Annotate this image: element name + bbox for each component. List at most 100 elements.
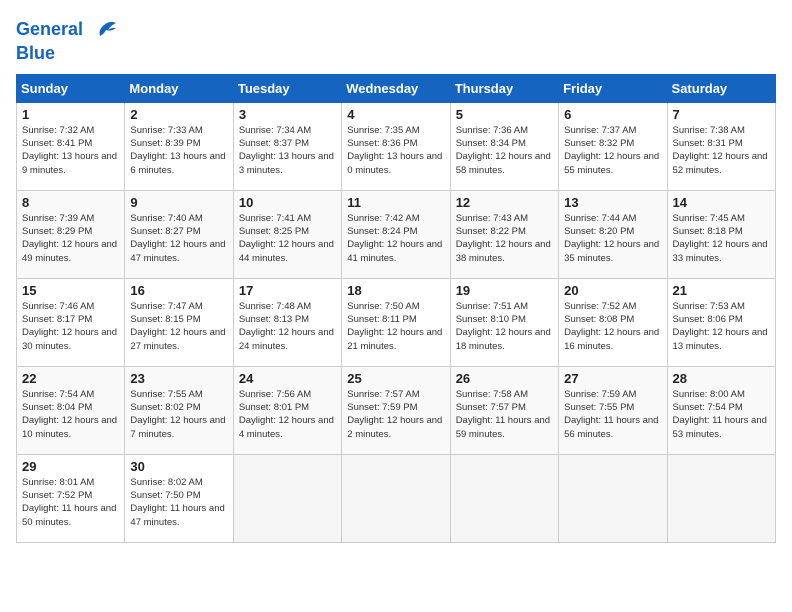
calendar-cell: 23 Sunrise: 7:55 AM Sunset: 8:02 PM Dayl… <box>125 366 233 454</box>
weekday-sunday: Sunday <box>17 74 125 102</box>
day-number: 25 <box>347 371 444 386</box>
calendar-cell <box>559 454 667 542</box>
calendar-cell: 25 Sunrise: 7:57 AM Sunset: 7:59 PM Dayl… <box>342 366 450 454</box>
day-number: 29 <box>22 459 119 474</box>
day-detail: Sunrise: 7:48 AM Sunset: 8:13 PM Dayligh… <box>239 300 336 353</box>
day-detail: Sunrise: 7:33 AM Sunset: 8:39 PM Dayligh… <box>130 124 227 177</box>
day-number: 17 <box>239 283 336 298</box>
day-number: 8 <box>22 195 119 210</box>
calendar-week-5: 29 Sunrise: 8:01 AM Sunset: 7:52 PM Dayl… <box>17 454 776 542</box>
calendar-cell: 19 Sunrise: 7:51 AM Sunset: 8:10 PM Dayl… <box>450 278 558 366</box>
calendar-cell: 21 Sunrise: 7:53 AM Sunset: 8:06 PM Dayl… <box>667 278 775 366</box>
day-number: 22 <box>22 371 119 386</box>
calendar-cell: 9 Sunrise: 7:40 AM Sunset: 8:27 PM Dayli… <box>125 190 233 278</box>
day-detail: Sunrise: 7:34 AM Sunset: 8:37 PM Dayligh… <box>239 124 336 177</box>
day-number: 1 <box>22 107 119 122</box>
calendar-cell: 4 Sunrise: 7:35 AM Sunset: 8:36 PM Dayli… <box>342 102 450 190</box>
calendar-cell: 24 Sunrise: 7:56 AM Sunset: 8:01 PM Dayl… <box>233 366 341 454</box>
calendar-cell: 15 Sunrise: 7:46 AM Sunset: 8:17 PM Dayl… <box>17 278 125 366</box>
day-detail: Sunrise: 7:37 AM Sunset: 8:32 PM Dayligh… <box>564 124 661 177</box>
day-detail: Sunrise: 7:41 AM Sunset: 8:25 PM Dayligh… <box>239 212 336 265</box>
day-number: 18 <box>347 283 444 298</box>
day-number: 14 <box>673 195 770 210</box>
weekday-friday: Friday <box>559 74 667 102</box>
day-number: 24 <box>239 371 336 386</box>
day-detail: Sunrise: 7:54 AM Sunset: 8:04 PM Dayligh… <box>22 388 119 441</box>
day-detail: Sunrise: 7:39 AM Sunset: 8:29 PM Dayligh… <box>22 212 119 265</box>
day-number: 5 <box>456 107 553 122</box>
calendar-cell: 28 Sunrise: 8:00 AM Sunset: 7:54 PM Dayl… <box>667 366 775 454</box>
calendar-cell: 8 Sunrise: 7:39 AM Sunset: 8:29 PM Dayli… <box>17 190 125 278</box>
day-number: 27 <box>564 371 661 386</box>
day-detail: Sunrise: 7:50 AM Sunset: 8:11 PM Dayligh… <box>347 300 444 353</box>
calendar-cell: 1 Sunrise: 7:32 AM Sunset: 8:41 PM Dayli… <box>17 102 125 190</box>
logo-bird-icon <box>90 16 118 44</box>
calendar-cell: 13 Sunrise: 7:44 AM Sunset: 8:20 PM Dayl… <box>559 190 667 278</box>
day-detail: Sunrise: 7:55 AM Sunset: 8:02 PM Dayligh… <box>130 388 227 441</box>
day-detail: Sunrise: 7:35 AM Sunset: 8:36 PM Dayligh… <box>347 124 444 177</box>
calendar-cell <box>667 454 775 542</box>
calendar-cell: 10 Sunrise: 7:41 AM Sunset: 8:25 PM Dayl… <box>233 190 341 278</box>
weekday-monday: Monday <box>125 74 233 102</box>
calendar-cell: 5 Sunrise: 7:36 AM Sunset: 8:34 PM Dayli… <box>450 102 558 190</box>
calendar-cell: 30 Sunrise: 8:02 AM Sunset: 7:50 PM Dayl… <box>125 454 233 542</box>
day-number: 6 <box>564 107 661 122</box>
day-detail: Sunrise: 8:01 AM Sunset: 7:52 PM Dayligh… <box>22 476 119 529</box>
day-detail: Sunrise: 7:52 AM Sunset: 8:08 PM Dayligh… <box>564 300 661 353</box>
calendar-week-2: 8 Sunrise: 7:39 AM Sunset: 8:29 PM Dayli… <box>17 190 776 278</box>
day-number: 2 <box>130 107 227 122</box>
day-detail: Sunrise: 7:32 AM Sunset: 8:41 PM Dayligh… <box>22 124 119 177</box>
calendar-cell: 16 Sunrise: 7:47 AM Sunset: 8:15 PM Dayl… <box>125 278 233 366</box>
weekday-header-row: SundayMondayTuesdayWednesdayThursdayFrid… <box>17 74 776 102</box>
day-detail: Sunrise: 8:00 AM Sunset: 7:54 PM Dayligh… <box>673 388 770 441</box>
calendar-week-3: 15 Sunrise: 7:46 AM Sunset: 8:17 PM Dayl… <box>17 278 776 366</box>
page-header: General Blue <box>16 16 776 64</box>
day-detail: Sunrise: 7:38 AM Sunset: 8:31 PM Dayligh… <box>673 124 770 177</box>
calendar-cell: 14 Sunrise: 7:45 AM Sunset: 8:18 PM Dayl… <box>667 190 775 278</box>
calendar-cell: 20 Sunrise: 7:52 AM Sunset: 8:08 PM Dayl… <box>559 278 667 366</box>
weekday-saturday: Saturday <box>667 74 775 102</box>
logo-general: General <box>16 19 83 39</box>
day-detail: Sunrise: 7:57 AM Sunset: 7:59 PM Dayligh… <box>347 388 444 441</box>
calendar-cell: 17 Sunrise: 7:48 AM Sunset: 8:13 PM Dayl… <box>233 278 341 366</box>
calendar-body: 1 Sunrise: 7:32 AM Sunset: 8:41 PM Dayli… <box>17 102 776 542</box>
day-detail: Sunrise: 7:56 AM Sunset: 8:01 PM Dayligh… <box>239 388 336 441</box>
calendar-cell: 3 Sunrise: 7:34 AM Sunset: 8:37 PM Dayli… <box>233 102 341 190</box>
calendar-cell: 18 Sunrise: 7:50 AM Sunset: 8:11 PM Dayl… <box>342 278 450 366</box>
day-detail: Sunrise: 7:46 AM Sunset: 8:17 PM Dayligh… <box>22 300 119 353</box>
calendar-cell: 27 Sunrise: 7:59 AM Sunset: 7:55 PM Dayl… <box>559 366 667 454</box>
calendar-week-4: 22 Sunrise: 7:54 AM Sunset: 8:04 PM Dayl… <box>17 366 776 454</box>
day-detail: Sunrise: 7:45 AM Sunset: 8:18 PM Dayligh… <box>673 212 770 265</box>
day-number: 16 <box>130 283 227 298</box>
weekday-tuesday: Tuesday <box>233 74 341 102</box>
calendar-cell: 6 Sunrise: 7:37 AM Sunset: 8:32 PM Dayli… <box>559 102 667 190</box>
calendar-cell <box>233 454 341 542</box>
weekday-thursday: Thursday <box>450 74 558 102</box>
day-detail: Sunrise: 7:40 AM Sunset: 8:27 PM Dayligh… <box>130 212 227 265</box>
day-number: 10 <box>239 195 336 210</box>
day-detail: Sunrise: 7:53 AM Sunset: 8:06 PM Dayligh… <box>673 300 770 353</box>
calendar-cell: 12 Sunrise: 7:43 AM Sunset: 8:22 PM Dayl… <box>450 190 558 278</box>
day-number: 11 <box>347 195 444 210</box>
logo-blue: Blue <box>16 44 118 64</box>
day-number: 28 <box>673 371 770 386</box>
calendar-cell <box>342 454 450 542</box>
day-detail: Sunrise: 7:58 AM Sunset: 7:57 PM Dayligh… <box>456 388 553 441</box>
day-detail: Sunrise: 7:44 AM Sunset: 8:20 PM Dayligh… <box>564 212 661 265</box>
calendar-cell: 11 Sunrise: 7:42 AM Sunset: 8:24 PM Dayl… <box>342 190 450 278</box>
calendar-table: SundayMondayTuesdayWednesdayThursdayFrid… <box>16 74 776 543</box>
day-number: 12 <box>456 195 553 210</box>
day-number: 21 <box>673 283 770 298</box>
logo: General Blue <box>16 16 118 64</box>
calendar-week-1: 1 Sunrise: 7:32 AM Sunset: 8:41 PM Dayli… <box>17 102 776 190</box>
day-detail: Sunrise: 7:43 AM Sunset: 8:22 PM Dayligh… <box>456 212 553 265</box>
day-number: 13 <box>564 195 661 210</box>
day-detail: Sunrise: 7:47 AM Sunset: 8:15 PM Dayligh… <box>130 300 227 353</box>
day-number: 30 <box>130 459 227 474</box>
day-detail: Sunrise: 7:36 AM Sunset: 8:34 PM Dayligh… <box>456 124 553 177</box>
calendar-cell: 2 Sunrise: 7:33 AM Sunset: 8:39 PM Dayli… <box>125 102 233 190</box>
calendar-cell <box>450 454 558 542</box>
day-detail: Sunrise: 7:51 AM Sunset: 8:10 PM Dayligh… <box>456 300 553 353</box>
calendar-cell: 22 Sunrise: 7:54 AM Sunset: 8:04 PM Dayl… <box>17 366 125 454</box>
day-number: 7 <box>673 107 770 122</box>
